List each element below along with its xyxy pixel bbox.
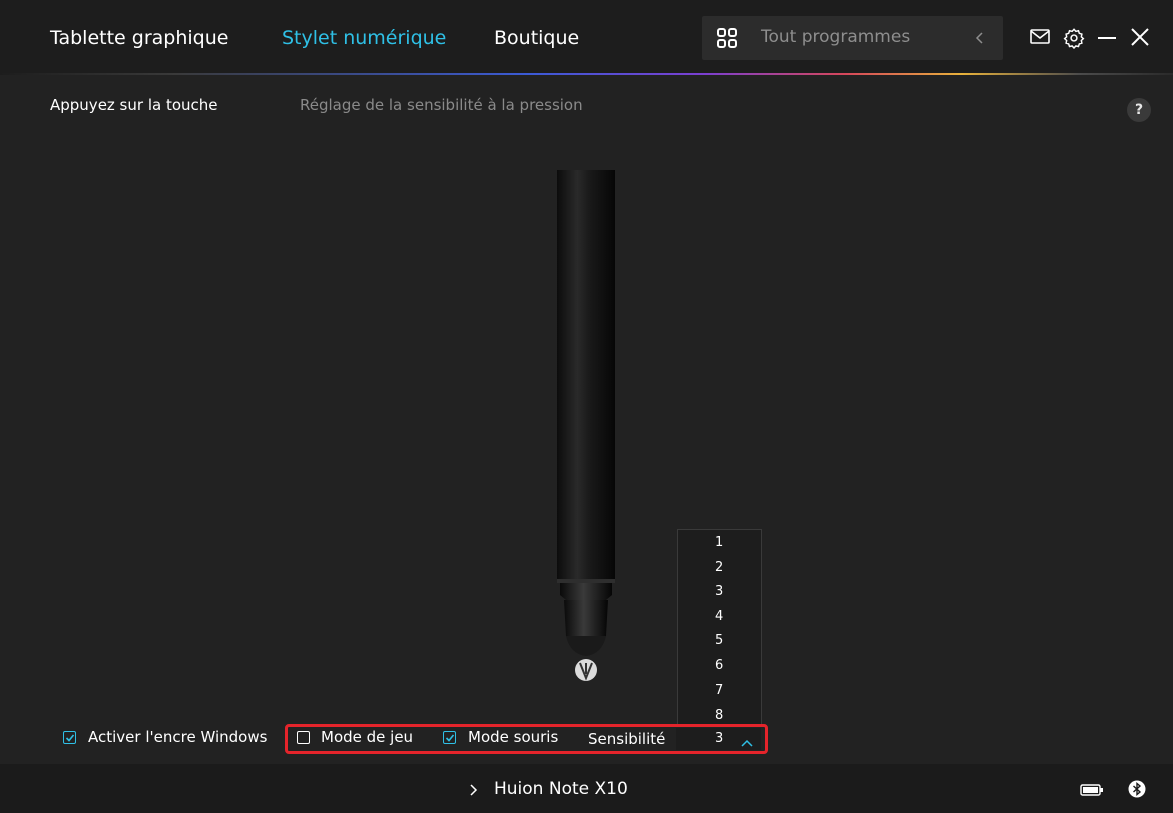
- sensitivity-option[interactable]: 2: [715, 560, 723, 575]
- sensitivity-dropdown[interactable]: 1 2 3 4 5 6 7 8: [677, 529, 762, 726]
- chevron-up-icon: [740, 733, 754, 752]
- device-name[interactable]: Huion Note X10: [494, 779, 628, 799]
- chevron-left-icon[interactable]: [974, 30, 986, 50]
- sensitivity-value: 3: [715, 731, 724, 746]
- pen-illustration: [557, 170, 615, 681]
- tab-stylet-numerique[interactable]: Stylet numérique: [282, 26, 446, 50]
- sensitivity-option[interactable]: 7: [715, 683, 723, 698]
- close-icon[interactable]: [1129, 26, 1151, 48]
- mouse-mode-checkbox[interactable]: [443, 731, 456, 744]
- mail-icon[interactable]: [1029, 27, 1051, 49]
- sensitivity-option[interactable]: 6: [715, 658, 723, 673]
- sensitivity-option[interactable]: 5: [715, 633, 723, 648]
- game-mode-label: Mode de jeu: [321, 728, 414, 746]
- sensitivity-option[interactable]: 3: [715, 584, 723, 599]
- windows-ink-label: Activer l'encre Windows: [88, 728, 268, 746]
- sensitivity-option[interactable]: 8: [715, 708, 723, 723]
- minimize-icon[interactable]: [1096, 27, 1118, 49]
- chevron-right-icon[interactable]: [468, 782, 478, 801]
- sensitivity-label: Sensibilité: [588, 730, 666, 748]
- help-button[interactable]: ?: [1127, 98, 1151, 122]
- grid-icon: [716, 27, 738, 49]
- sensitivity-option[interactable]: 1: [715, 535, 723, 550]
- mouse-mode-label: Mode souris: [468, 728, 559, 746]
- sensitivity-option[interactable]: 4: [715, 609, 723, 624]
- windows-ink-checkbox[interactable]: [63, 731, 76, 744]
- header-divider: [0, 73, 1173, 75]
- game-mode-checkbox[interactable]: [297, 731, 310, 744]
- tab-boutique[interactable]: Boutique: [494, 26, 579, 50]
- subtab-sensibilite-pression[interactable]: Réglage de la sensibilité à la pression: [300, 96, 583, 114]
- sensitivity-select[interactable]: 3: [676, 728, 761, 750]
- settings-icon[interactable]: [1063, 27, 1085, 50]
- battery-icon: [1080, 782, 1104, 801]
- program-selector-label: Tout programmes: [761, 27, 911, 47]
- subtab-appuyez-touche[interactable]: Appuyez sur la touche: [50, 96, 218, 114]
- tab-tablette-graphique[interactable]: Tablette graphique: [50, 26, 228, 50]
- bluetooth-icon: [1128, 780, 1146, 802]
- program-selector[interactable]: Tout programmes: [702, 16, 1003, 60]
- footer: Huion Note X10: [0, 764, 1173, 813]
